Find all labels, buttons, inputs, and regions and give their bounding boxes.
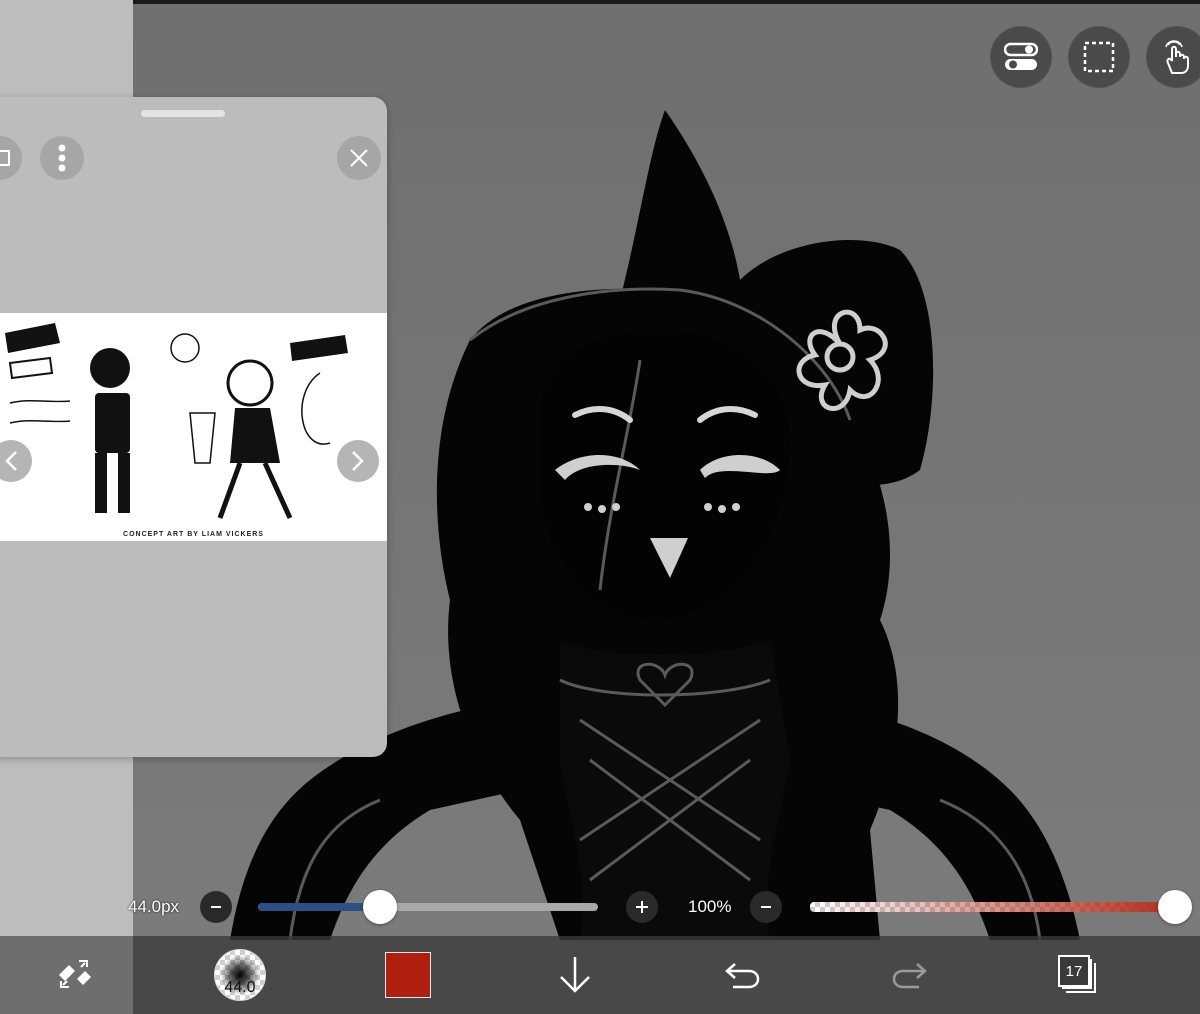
close-icon (350, 149, 368, 167)
color-picker-button[interactable] (380, 936, 436, 1014)
brush-size-slider[interactable] (258, 903, 598, 911)
minus-icon (211, 906, 221, 908)
brush-size-fill (258, 903, 381, 911)
download-button[interactable] (553, 936, 597, 1014)
close-panel-button[interactable] (337, 136, 381, 180)
bottom-toolbar (0, 936, 1200, 1014)
frame-button[interactable] (0, 136, 22, 180)
layers-button[interactable]: 17 (1054, 936, 1102, 1014)
more-options-button[interactable] (40, 136, 84, 180)
dashed-selection-icon (1083, 41, 1115, 73)
brush-size-label: 44.0px (128, 897, 180, 916)
minus-icon (761, 906, 771, 908)
concept-art-drawing (5, 323, 348, 520)
brush-settings-button[interactable]: 44.0 (210, 936, 270, 1014)
frame-icon (0, 150, 10, 166)
next-image-button[interactable] (337, 440, 379, 482)
current-color-swatch (385, 952, 431, 998)
more-vertical-icon (58, 144, 66, 172)
brush-size-value: 44.0 (224, 979, 256, 996)
reference-image: CONCEPT ART BY LIAM VICKERS (0, 313, 387, 541)
brush-size-increase-button[interactable] (626, 891, 658, 923)
opacity-decrease-button[interactable] (750, 891, 782, 923)
undo-icon (725, 963, 760, 989)
opacity-label: 100% (688, 897, 732, 916)
transform-eraser-icon (59, 960, 91, 988)
arrow-down-icon (560, 957, 590, 993)
plus-icon (636, 901, 648, 913)
opacity-slider[interactable] (810, 902, 1175, 912)
opacity-thumb[interactable] (1158, 890, 1192, 924)
layers-icon: 17 (1058, 955, 1098, 995)
toggle-icon (1004, 42, 1038, 70)
brush-size-decrease-button[interactable] (200, 891, 232, 923)
redo-icon (892, 963, 927, 989)
reference-panel[interactable]: CONCEPT ART BY LIAM VICKERS (0, 97, 387, 757)
brush-preview: 44.0 (214, 949, 266, 1001)
chevron-left-icon (5, 451, 17, 471)
transform-tool-button[interactable] (40, 936, 110, 1014)
undo-button[interactable] (718, 936, 766, 1014)
layer-count: 17 (1058, 955, 1090, 987)
hand-tap-icon (1165, 40, 1189, 74)
panel-drag-handle[interactable] (141, 110, 225, 117)
reference-caption: CONCEPT ART BY LIAM VICKERS (123, 531, 264, 538)
toggle-settings-button[interactable] (990, 26, 1052, 88)
selection-button[interactable] (1068, 26, 1130, 88)
touch-gesture-button[interactable] (1146, 26, 1200, 88)
chevron-right-icon (352, 451, 364, 471)
redo-button[interactable] (886, 936, 934, 1014)
